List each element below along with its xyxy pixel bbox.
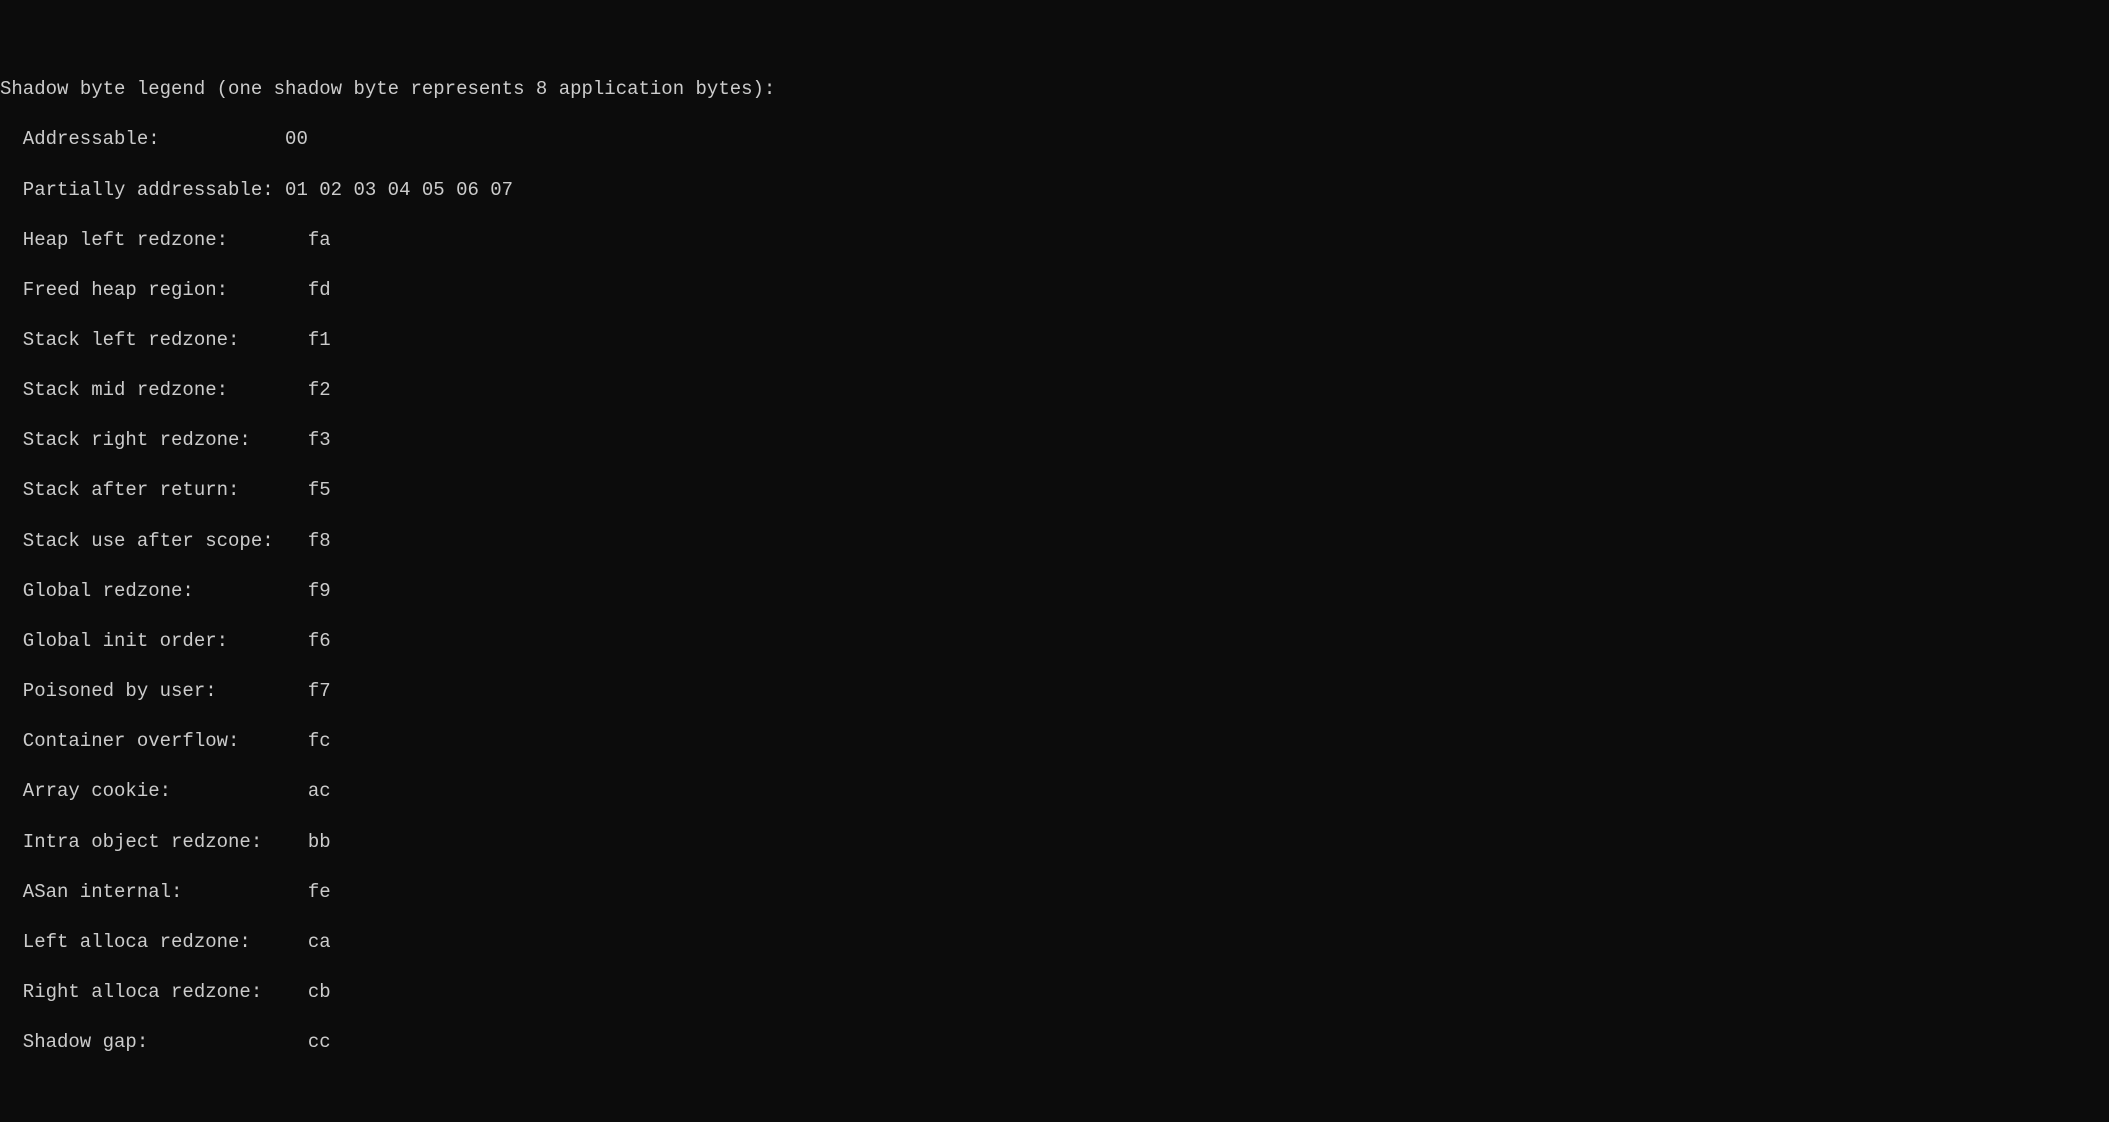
legend-row-value: f1: [308, 328, 331, 353]
legend-row-array-cookie: Array cookie: ac: [0, 779, 2109, 804]
legend-row-value: fd: [308, 278, 331, 303]
legend-row-global-init-order: Global init order: f6: [0, 629, 2109, 654]
legend-row-label: Left alloca redzone:: [23, 930, 308, 955]
legend-row-stack-left-redzone: Stack left redzone: f1: [0, 328, 2109, 353]
legend-row-label: Stack mid redzone:: [23, 378, 308, 403]
legend-row-value: f5: [308, 478, 331, 503]
legend-row-label: Stack use after scope:: [23, 529, 308, 554]
legend-row-value: cb: [308, 980, 331, 1005]
legend-row-value: cc: [308, 1030, 331, 1055]
legend-row-left-alloca-redzone: Left alloca redzone: ca: [0, 930, 2109, 955]
legend-row-container-overflow: Container overflow: fc: [0, 729, 2109, 754]
legend-row-value: 01 02 03 04 05 06 07: [285, 178, 513, 203]
legend-row-value: ca: [308, 930, 331, 955]
legend-row-value: f6: [308, 629, 331, 654]
legend-row-label: Addressable:: [23, 127, 285, 152]
legend-row-label: Shadow gap:: [23, 1030, 308, 1055]
legend-row-intra-object-redzone: Intra object redzone: bb: [0, 830, 2109, 855]
legend-row-value: f9: [308, 579, 331, 604]
legend-row-label: Freed heap region:: [23, 278, 308, 303]
legend-header: Shadow byte legend (one shadow byte repr…: [0, 77, 2109, 102]
legend-row-right-alloca-redzone: Right alloca redzone: cb: [0, 980, 2109, 1005]
legend-row-value: ac: [308, 779, 331, 804]
legend-row-heap-left-redzone: Heap left redzone: fa: [0, 228, 2109, 253]
legend-row-shadow-gap: Shadow gap: cc: [0, 1030, 2109, 1055]
legend-row-value: fe: [308, 880, 331, 905]
legend-row-label: Global init order:: [23, 629, 308, 654]
legend-row-value: 00: [285, 127, 308, 152]
legend-row-value: fc: [308, 729, 331, 754]
legend-row-label: Stack right redzone:: [23, 428, 308, 453]
legend-row-global-redzone: Global redzone: f9: [0, 579, 2109, 604]
legend-row-value: f2: [308, 378, 331, 403]
legend-row-stack-right-redzone: Stack right redzone: f3: [0, 428, 2109, 453]
legend-row-label: Partially addressable:: [23, 178, 285, 203]
legend-row-value: f8: [308, 529, 331, 554]
legend-row-value: bb: [308, 830, 331, 855]
legend-row-partially-addressable: Partially addressable: 01 02 03 04 05 06…: [0, 178, 2109, 203]
legend-row-label: Global redzone:: [23, 579, 308, 604]
legend-row-label: ASan internal:: [23, 880, 308, 905]
legend-row-value: f3: [308, 428, 331, 453]
legend-row-label: Stack left redzone:: [23, 328, 308, 353]
legend-row-label: Container overflow:: [23, 729, 308, 754]
legend-row-label: Right alloca redzone:: [23, 980, 308, 1005]
legend-row-value: f7: [308, 679, 331, 704]
legend-row-label: Intra object redzone:: [23, 830, 308, 855]
legend-row-asan-internal: ASan internal: fe: [0, 880, 2109, 905]
legend-row-stack-after-return: Stack after return: f5: [0, 478, 2109, 503]
legend-row-stack-mid-redzone: Stack mid redzone: f2: [0, 378, 2109, 403]
legend-row-label: Heap left redzone:: [23, 228, 308, 253]
legend-row-addressable: Addressable: 00: [0, 127, 2109, 152]
legend-row-label: Stack after return:: [23, 478, 308, 503]
legend-row-poisoned-by-user: Poisoned by user: f7: [0, 679, 2109, 704]
legend-row-label: Array cookie:: [23, 779, 308, 804]
legend-row-value: fa: [308, 228, 331, 253]
legend-row-freed-heap-region: Freed heap region: fd: [0, 278, 2109, 303]
legend-row-label: Poisoned by user:: [23, 679, 308, 704]
legend-row-stack-use-after-scope: Stack use after scope: f8: [0, 529, 2109, 554]
